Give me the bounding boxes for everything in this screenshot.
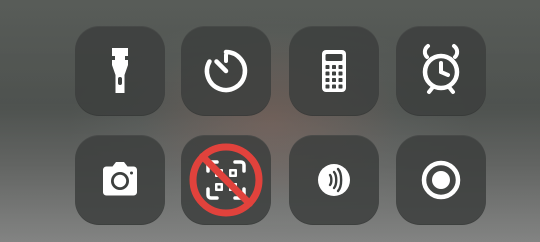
qr-scanner-button[interactable] xyxy=(181,135,271,225)
flashlight-button[interactable] xyxy=(75,26,165,116)
flashlight-icon xyxy=(112,48,128,93)
timer-button[interactable] xyxy=(181,26,271,116)
timer-icon xyxy=(204,49,248,93)
alarm-button[interactable] xyxy=(396,26,486,116)
alarm-clock-icon xyxy=(422,44,460,94)
calculator-icon xyxy=(322,50,346,92)
nfc-icon xyxy=(318,164,350,196)
nfc-button[interactable] xyxy=(289,135,379,225)
calculator-button[interactable] xyxy=(289,26,379,116)
control-center-screenshot xyxy=(0,0,540,242)
record-icon xyxy=(421,160,461,200)
camera-button[interactable] xyxy=(75,135,165,225)
qr-code-scanner-icon xyxy=(206,160,246,200)
camera-icon xyxy=(103,162,137,196)
control-center-grid xyxy=(0,0,540,242)
screen-recording-button[interactable] xyxy=(396,135,486,225)
